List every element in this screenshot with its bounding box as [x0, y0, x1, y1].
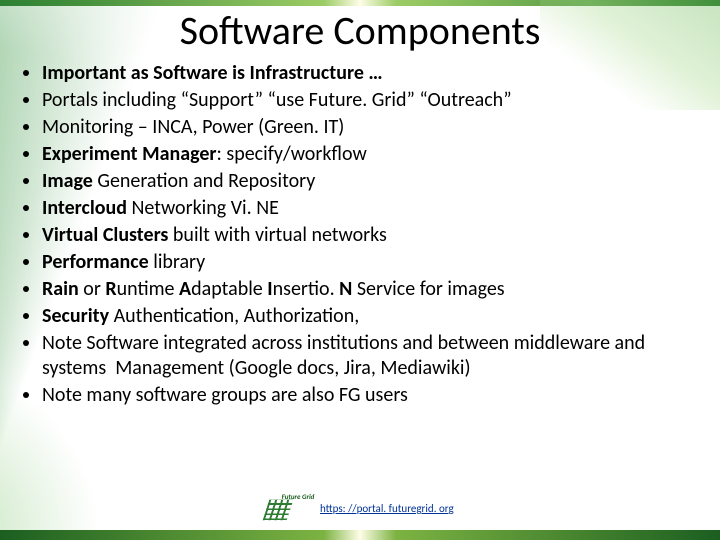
- bullet-item: Experiment Manager: specify/workflow: [42, 142, 700, 167]
- slide: Software Components Important as Softwar…: [0, 0, 720, 540]
- bullet-item: Security Authentication, Authorization,: [42, 304, 700, 329]
- bullet-item: Monitoring – INCA, Power (Green. IT): [42, 115, 700, 140]
- slide-footer: Future Grid https: //portal. futuregrid.…: [0, 494, 720, 522]
- logo-text: Future Grid: [282, 494, 315, 500]
- futuregrid-logo-icon: Future Grid: [266, 494, 308, 522]
- content-area: Software Components Important as Softwar…: [0, 0, 720, 408]
- bullet-item: Note many software groups are also FG us…: [42, 383, 700, 408]
- portal-link[interactable]: https: //portal. futuregrid. org: [320, 502, 454, 515]
- bullet-item: Performance library: [42, 250, 700, 275]
- bottom-border: [0, 530, 720, 540]
- bullet-item: Virtual Clusters built with virtual netw…: [42, 223, 700, 248]
- bullet-item: Image Generation and Repository: [42, 169, 700, 194]
- bullet-item: Note Software integrated across institut…: [42, 331, 700, 381]
- slide-title: Software Components: [20, 6, 700, 55]
- bullet-item: Important as Software is Infrastructure …: [42, 61, 700, 86]
- bullet-list: Important as Software is Infrastructure …: [20, 61, 700, 408]
- bullet-item: Intercloud Networking Vi. NE: [42, 196, 700, 221]
- bullet-item: Rain or Runtime Adaptable Insertio. N Se…: [42, 277, 700, 302]
- bullet-item: Portals including “Support” “use Future.…: [42, 88, 700, 113]
